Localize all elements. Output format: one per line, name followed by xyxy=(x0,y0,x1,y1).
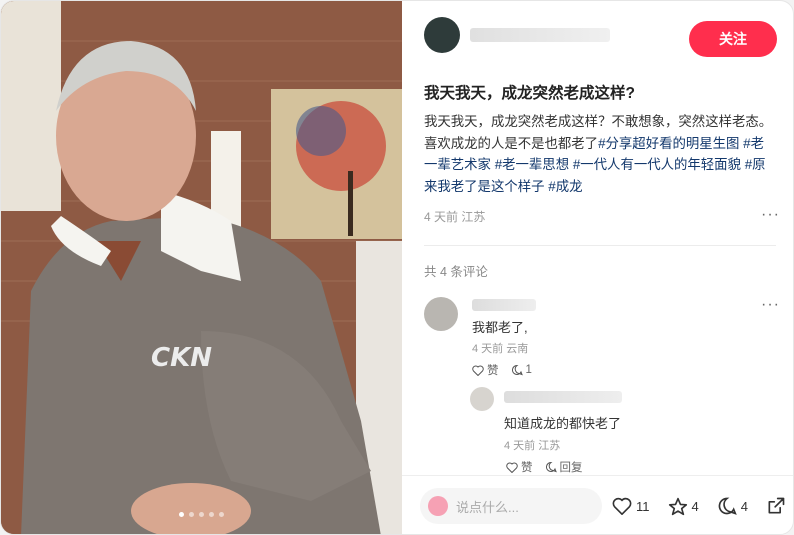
reply-avatar[interactable] xyxy=(470,387,494,411)
author-avatar[interactable] xyxy=(424,17,460,53)
hashtag[interactable]: #分享超好看的明星生图 xyxy=(598,136,739,151)
photo-illustration: CKN xyxy=(1,1,402,534)
comment-meta: 4 天前 云南 xyxy=(472,343,529,355)
reply-actions: 赞 回复 xyxy=(506,459,583,475)
hashtag[interactable]: #老一辈思想 xyxy=(495,157,569,172)
reply-like-label: 赞 xyxy=(521,462,533,474)
comment-actions: 赞 1 xyxy=(472,362,532,378)
more-icon[interactable]: ··· xyxy=(761,297,780,313)
follow-button[interactable]: 关注 xyxy=(689,21,777,57)
author-info[interactable] xyxy=(424,17,610,53)
hashtag[interactable]: #成龙 xyxy=(548,179,582,194)
hashtag[interactable]: #一代人有一代人的年轻面貌 xyxy=(573,157,741,172)
heart-icon xyxy=(506,462,518,473)
heart-icon xyxy=(612,497,632,515)
mascot-icon xyxy=(428,496,448,516)
comment-text: 我都老了, xyxy=(472,320,528,335)
comment-icon xyxy=(511,364,523,376)
share-icon xyxy=(768,497,785,514)
comment-button[interactable]: 4 xyxy=(717,496,748,516)
comment-count-bottom: 4 xyxy=(740,498,748,514)
collect-button[interactable]: 4 xyxy=(668,497,699,516)
pagination-dot[interactable] xyxy=(219,512,224,517)
reply-reply-label: 回复 xyxy=(559,462,583,474)
divider xyxy=(424,245,776,246)
post-meta: 4 天前 江苏 xyxy=(424,210,486,224)
reply-like-button[interactable]: 赞 xyxy=(506,459,533,475)
comment-username-blurred[interactable] xyxy=(472,299,536,311)
reply-text: 知道成龙的都快老了 xyxy=(504,416,622,431)
reply-reply-button[interactable]: 回复 xyxy=(545,459,583,475)
reply-username-blurred[interactable] xyxy=(504,391,622,403)
comment-reply-button[interactable]: 1 xyxy=(511,362,532,378)
star-icon xyxy=(668,497,687,515)
comment-input[interactable]: 说点什么... xyxy=(420,488,602,524)
star-count: 4 xyxy=(691,498,699,514)
pagination-dot[interactable] xyxy=(189,512,194,517)
comment-icon xyxy=(545,461,557,473)
post-title: 我天我天，成龙突然老成这样? xyxy=(424,85,635,102)
author-name-blurred[interactable] xyxy=(470,28,610,42)
like-count: 11 xyxy=(636,498,650,514)
heart-icon xyxy=(472,365,484,376)
reply-meta: 4 天前 江苏 xyxy=(504,440,561,452)
comment-icon xyxy=(718,497,737,515)
comment-count: 共 4 条评论 xyxy=(424,265,488,279)
post-card: CKN 关注 我天我天，成龙突然老成这样? 我天我天，成龙突然老成这样？不敢想象… xyxy=(0,0,794,535)
like-button[interactable]: 11 xyxy=(612,497,650,515)
pagination-dot[interactable] xyxy=(209,512,214,517)
image-pagination xyxy=(1,512,402,517)
detail-panel: 关注 我天我天，成龙突然老成这样? 我天我天，成龙突然老成这样？不敢想象，突然这… xyxy=(402,1,793,534)
more-icon[interactable]: ··· xyxy=(761,207,780,223)
share-button[interactable] xyxy=(766,496,786,516)
shirt-logo: CKN xyxy=(151,343,212,373)
comment-avatar[interactable] xyxy=(424,297,458,331)
comment-like-button[interactable]: 赞 xyxy=(472,362,499,378)
engagement-actions: 11 4 4 xyxy=(612,496,793,516)
post-image[interactable]: CKN xyxy=(1,1,402,534)
pagination-dot[interactable] xyxy=(199,512,204,517)
pagination-dot[interactable] xyxy=(179,512,184,517)
comment-like-label: 赞 xyxy=(487,365,499,377)
comment-input-placeholder: 说点什么... xyxy=(456,499,519,515)
bottom-bar: 说点什么... 11 4 4 xyxy=(402,475,793,534)
comment-reply-count: 1 xyxy=(525,364,532,376)
post-body: 我天我天，成龙突然老成这样？不敢想象，突然这样老态。喜欢成龙的人是不是也都老了#… xyxy=(424,111,774,197)
